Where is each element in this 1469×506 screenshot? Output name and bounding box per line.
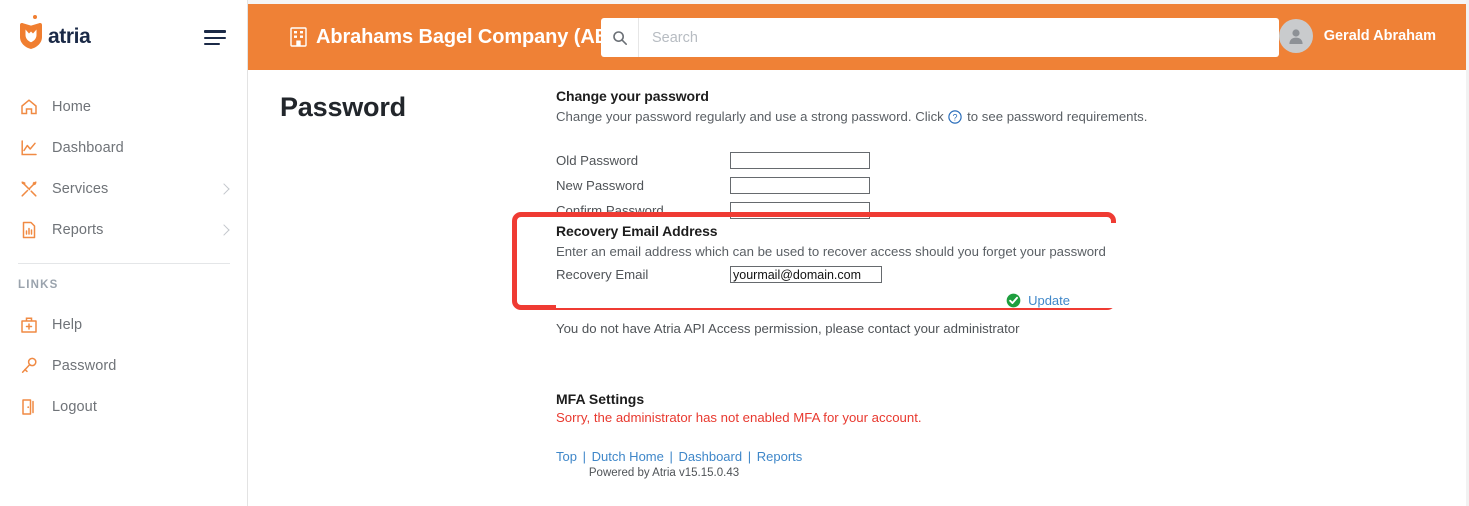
recovery-email-row: Recovery Email	[556, 264, 1116, 285]
search-input[interactable]	[639, 19, 1279, 56]
recovery-email-section: Recovery Email Address Enter an email ad…	[556, 223, 1116, 309]
old-password-row: Old Password	[556, 150, 1196, 171]
user-avatar-icon	[1278, 19, 1313, 53]
sidebar-item-label: Help	[52, 316, 83, 333]
chart-line-icon	[18, 137, 40, 159]
api-access-note: You do not have Atria API Access permiss…	[556, 321, 1020, 336]
sidebar: atria Home Dashboard Services Reports LI…	[0, 0, 248, 506]
brand-row: atria	[0, 14, 248, 58]
sidebar-links-header: LINKS	[18, 279, 59, 291]
password-fields: Old Password New Password Confirm Passwo…	[556, 150, 1196, 221]
sidebar-item-help[interactable]: Help	[0, 304, 248, 345]
new-password-input[interactable]	[730, 177, 870, 195]
company-selector[interactable]: Abrahams Bagel Company (AB)	[290, 26, 616, 49]
sidebar-item-label: Dashboard	[52, 139, 124, 156]
description-text-before: Change your password regularly and use a…	[556, 109, 944, 124]
green-check-icon	[1006, 294, 1021, 308]
page-title: Password	[280, 92, 406, 122]
sidebar-links: Help Password Logout	[0, 304, 248, 427]
confirm-password-row: Confirm Password	[556, 200, 1196, 221]
company-name: Abrahams Bagel Company (AB)	[316, 25, 616, 48]
sidebar-item-services[interactable]: Services	[0, 168, 248, 209]
report-document-icon	[18, 219, 40, 241]
sidebar-item-home[interactable]: Home	[0, 86, 248, 127]
sidebar-divider	[18, 263, 230, 264]
confirm-password-input[interactable]	[730, 202, 870, 220]
recovery-email-update-button[interactable]: Update	[556, 293, 1070, 308]
exit-door-icon	[18, 396, 40, 418]
footer-link-dashboard[interactable]: Dashboard	[679, 449, 743, 464]
svg-text:?: ?	[953, 112, 958, 122]
search-box[interactable]	[601, 18, 1279, 57]
footer-links: Top | Dutch Home | Dashboard | Reports	[556, 449, 802, 464]
sidebar-item-reports[interactable]: Reports	[0, 209, 248, 250]
user-menu[interactable]: Gerald Abraham	[1278, 19, 1436, 53]
old-password-label: Old Password	[556, 153, 639, 169]
key-icon	[18, 355, 40, 377]
footer-link-dutch-home[interactable]: Dutch Home	[592, 449, 664, 464]
sidebar-item-label: Password	[52, 357, 117, 374]
mfa-message: Sorry, the administrator has not enabled…	[556, 410, 922, 425]
hamburger-icon[interactable]	[204, 30, 228, 48]
sidebar-item-label: Home	[52, 98, 92, 115]
atria-shield-logo-icon	[20, 22, 42, 49]
sidebar-item-password[interactable]: Password	[0, 345, 248, 386]
brand-name: atria	[48, 24, 91, 48]
recovery-email-input[interactable]	[730, 266, 882, 284]
update-label: Update	[1028, 293, 1070, 309]
change-password-description: Change your password regularly and use a…	[556, 108, 1196, 129]
mfa-title: MFA Settings	[556, 391, 645, 407]
powered-by-text: Powered by Atria v15.15.0.43	[588, 467, 740, 479]
chevron-right-icon	[218, 223, 230, 236]
question-circle-icon[interactable]: ?	[948, 110, 963, 129]
page-footer: Top | Dutch Home | Dashboard | Reports P…	[556, 449, 802, 479]
sidebar-item-dashboard[interactable]: Dashboard	[0, 127, 248, 168]
new-password-label: New Password	[556, 178, 644, 194]
mfa-settings-section: MFA Settings Sorry, the administrator ha…	[556, 391, 922, 425]
sidebar-item-label: Logout	[52, 398, 97, 415]
recovery-email-label: Recovery Email	[556, 267, 649, 283]
old-password-input[interactable]	[730, 152, 870, 170]
recovery-email-description: Enter an email address which can be used…	[556, 244, 1106, 259]
tools-icon	[18, 178, 40, 200]
top-header-bar: Abrahams Bagel Company (AB) Gerald Abrah…	[248, 4, 1469, 70]
chevron-right-icon	[218, 182, 230, 195]
first-aid-kit-icon	[18, 314, 40, 336]
description-text-after: to see password requirements.	[967, 109, 1148, 124]
change-password-section: Change your password Change your passwor…	[556, 88, 1196, 244]
change-password-title: Change your password	[556, 88, 709, 104]
sidebar-nav: Home Dashboard Services Reports	[0, 86, 248, 250]
confirm-password-label: Confirm Password	[556, 203, 664, 219]
user-name: Gerald Abraham	[1323, 28, 1436, 44]
recovery-email-title: Recovery Email Address	[556, 223, 718, 239]
footer-separator: |	[582, 449, 586, 464]
footer-link-reports[interactable]: Reports	[757, 449, 803, 464]
logo-accent-dot	[33, 15, 37, 19]
footer-separator: |	[669, 449, 673, 464]
app-root: atria Home Dashboard Services Reports LI…	[0, 0, 1469, 506]
new-password-row: New Password	[556, 175, 1196, 196]
building-icon	[290, 27, 307, 47]
home-icon	[18, 96, 40, 118]
sidebar-item-logout[interactable]: Logout	[0, 386, 248, 427]
sidebar-item-label: Services	[52, 180, 109, 197]
footer-separator: |	[747, 449, 752, 464]
search-icon[interactable]	[601, 18, 639, 57]
footer-link-top[interactable]: Top	[556, 449, 577, 464]
atria-logo[interactable]: atria	[18, 15, 91, 50]
sidebar-item-label: Reports	[52, 221, 104, 238]
